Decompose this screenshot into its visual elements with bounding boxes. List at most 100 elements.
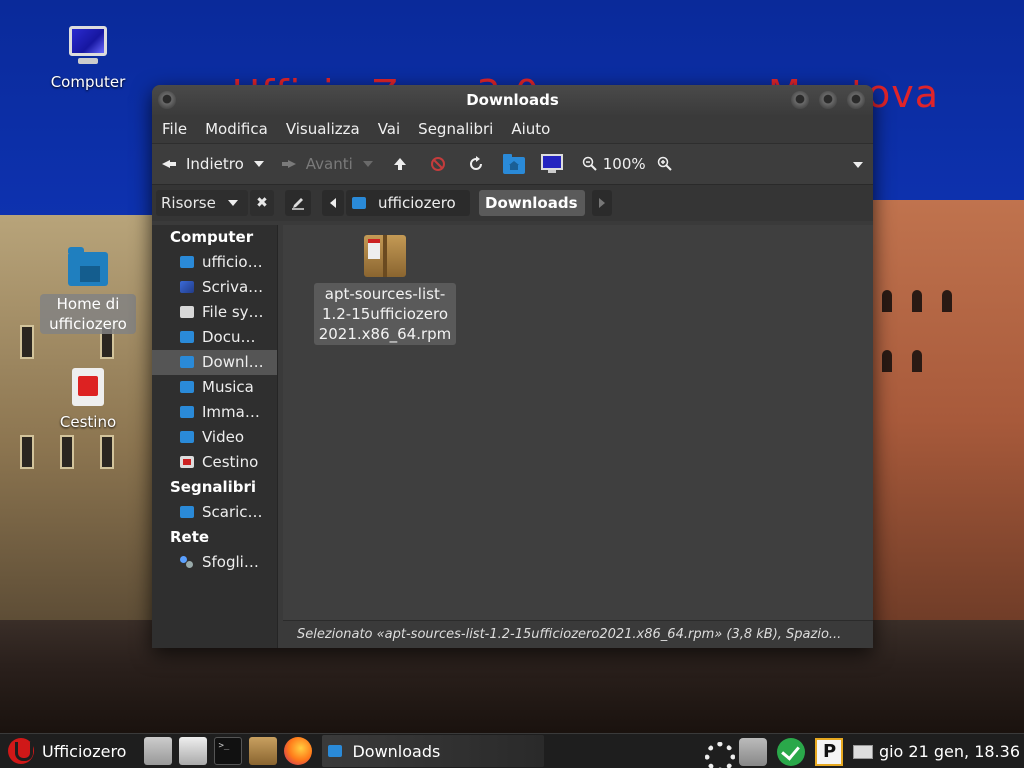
window-menu-button[interactable] <box>158 91 176 109</box>
pencil-icon <box>292 198 304 210</box>
folder-icon <box>180 331 194 343</box>
home-folder-icon <box>502 154 525 174</box>
folder-icon <box>180 506 194 518</box>
back-button[interactable]: Indietro <box>162 155 264 173</box>
stop-button[interactable] <box>427 153 449 175</box>
sidebar-item-filesystem[interactable]: File sy… <box>152 300 277 325</box>
sidebar-item-documents[interactable]: Docu… <box>152 325 277 350</box>
sidebar-item-browse-network[interactable]: Sfogli… <box>152 550 277 575</box>
chevron-down-icon <box>227 200 238 206</box>
up-button[interactable] <box>389 153 411 175</box>
toolbar-overflow-icon[interactable] <box>853 162 863 168</box>
desktop-icon-label: Cestino <box>59 413 117 431</box>
file-manager-launcher-icon[interactable] <box>179 737 208 765</box>
stop-icon <box>430 157 445 171</box>
network-activity-icon[interactable] <box>701 738 735 768</box>
path-scroll-right-button[interactable] <box>592 190 612 216</box>
folder-icon <box>180 406 194 418</box>
folder-icon <box>180 356 194 368</box>
archive-launcher-icon[interactable] <box>249 737 278 765</box>
side-pane-selector[interactable]: Risorse <box>156 190 248 216</box>
terminal-launcher-icon[interactable] <box>214 737 243 765</box>
file-view[interactable]: apt-sources-list-1.2-15ufficiozero2021.x… <box>283 225 873 620</box>
zoom-level: 100% <box>602 155 646 173</box>
sidebar-heading-bookmarks: Segnalibri <box>170 478 257 496</box>
sidebar-heading-network: Rete <box>170 528 210 546</box>
crumb-label: Downloads <box>485 194 578 212</box>
forward-button[interactable]: Avanti <box>281 155 373 173</box>
desktop-icon-home[interactable]: Home di ufficiozero <box>40 246 136 334</box>
window-titlebar[interactable]: Downloads <box>152 85 873 115</box>
window-title: Downloads <box>466 91 559 109</box>
zoom-in-icon <box>657 156 672 171</box>
sidebar-item-music[interactable]: Musica <box>152 375 277 400</box>
back-label: Indietro <box>186 155 244 173</box>
chevron-right-icon <box>599 198 605 208</box>
start-menu-button[interactable]: Ufficiozero <box>8 738 126 764</box>
menu-aiuto[interactable]: Aiuto <box>511 120 550 138</box>
menu-modifica[interactable]: Modifica <box>205 120 268 138</box>
close-button[interactable] <box>847 91 865 109</box>
system-tray: gio 21 gen, 18.36 <box>701 734 1024 768</box>
desktop-icon-trash[interactable]: Cestino <box>40 364 136 432</box>
updates-ok-icon[interactable] <box>776 737 805 766</box>
chevron-left-icon <box>330 198 336 208</box>
settings-launcher-icon[interactable] <box>144 737 173 765</box>
menu-segnalibri[interactable]: Segnalibri <box>418 120 493 138</box>
menu-vai[interactable]: Vai <box>378 120 400 138</box>
taskbar: Ufficiozero Downloads gio 21 gen, 18.36 <box>0 733 1024 768</box>
arrow-right-icon <box>281 157 296 171</box>
crumb-downloads[interactable]: Downloads <box>479 190 585 216</box>
arrow-up-icon <box>393 158 406 170</box>
reload-icon <box>469 156 482 170</box>
trash-icon <box>66 364 110 408</box>
back-dropdown-icon[interactable] <box>253 161 264 167</box>
minimize-button[interactable] <box>791 91 809 109</box>
location-bar: Risorse ✖ ufficiozero Downloads <box>152 185 873 221</box>
sidebar-item-desktop[interactable]: Scriva… <box>152 275 277 300</box>
close-side-pane-button[interactable]: ✖ <box>250 190 274 216</box>
sidebar-item-downloads[interactable]: Downl… <box>152 350 277 375</box>
desktop-icon-computer[interactable]: Computer <box>40 24 136 92</box>
sidebar-item-bookmark[interactable]: Scaric… <box>152 500 277 525</box>
sidebar-item-trash[interactable]: Cestino <box>152 450 277 475</box>
home-button[interactable] <box>502 153 525 175</box>
reload-button[interactable] <box>465 153 487 175</box>
computer-button[interactable] <box>540 153 563 175</box>
package-icon <box>364 235 406 277</box>
forward-dropdown-icon[interactable] <box>362 161 373 167</box>
home-folder-icon <box>352 197 366 209</box>
drive-icon <box>180 306 194 318</box>
firefox-launcher-icon[interactable] <box>284 737 313 765</box>
file-item[interactable]: apt-sources-list-1.2-15ufficiozero2021.x… <box>314 235 456 345</box>
menu-visualizza[interactable]: Visualizza <box>286 120 360 138</box>
taskbar-window-downloads[interactable]: Downloads <box>322 735 545 767</box>
path-scroll-left-button[interactable] <box>322 190 344 216</box>
status-bar: Selezionato «apt-sources-list-1.2-15uffi… <box>283 620 873 648</box>
clock[interactable]: gio 21 gen, 18.36 <box>879 742 1020 761</box>
edit-location-button[interactable] <box>285 190 311 216</box>
folder-icon <box>180 381 194 393</box>
sidebar-item-pictures[interactable]: Imma… <box>152 400 277 425</box>
desktop-icon-label: Home di ufficiozero <box>40 294 136 334</box>
task-label: Downloads <box>352 741 441 761</box>
maximize-button[interactable] <box>819 91 837 109</box>
computer-icon <box>540 154 563 173</box>
crumb-label: ufficiozero <box>378 194 456 212</box>
zoom-in-button[interactable] <box>654 153 676 175</box>
file-manager-window: Downloads File Modifica Visualizza Vai S… <box>152 85 873 648</box>
crumb-ufficiozero[interactable]: ufficiozero <box>346 190 470 216</box>
menu-file[interactable]: File <box>162 120 187 138</box>
home-folder-icon <box>180 256 194 268</box>
trash-icon <box>180 456 194 468</box>
zoom-out-button[interactable] <box>579 153 601 175</box>
places-sidebar: Computer ufficio… Scriva… File sy… Docu…… <box>152 225 278 648</box>
sidebar-item-videos[interactable]: Video <box>152 425 277 450</box>
ufficiozero-logo-icon <box>8 738 34 764</box>
volume-icon[interactable] <box>738 737 767 766</box>
clipboard-manager-icon[interactable] <box>814 737 843 766</box>
sidebar-heading-computer: Computer <box>170 228 254 246</box>
arrow-left-icon <box>162 157 176 171</box>
sidebar-item-home[interactable]: ufficio… <box>152 250 277 275</box>
display-icon[interactable] <box>852 744 873 759</box>
